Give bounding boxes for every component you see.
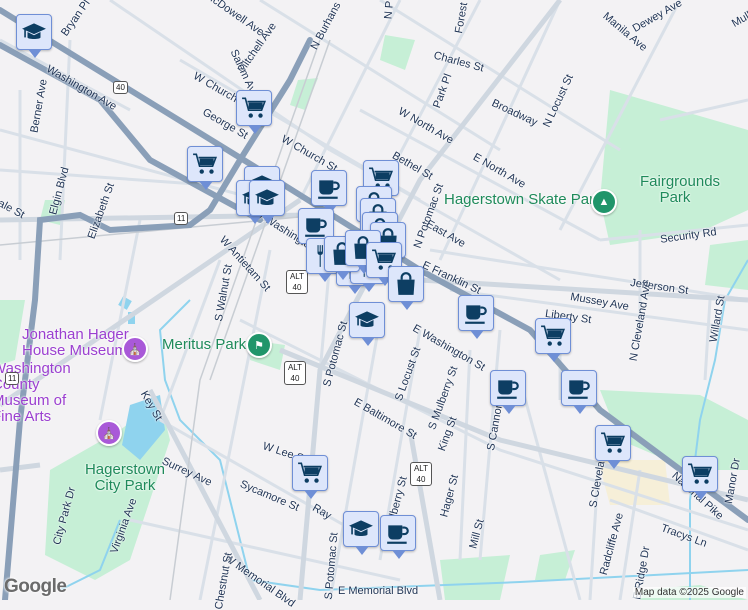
map-attribution[interactable]: Map data ©2025 Google — [632, 587, 746, 598]
street-label: E Memorial Blvd — [338, 585, 419, 597]
map-marker-cart[interactable] — [236, 90, 272, 134]
coffee-icon — [303, 213, 329, 239]
coffee-icon — [463, 300, 489, 326]
coffee-icon — [495, 375, 521, 401]
place-fairgrounds-park[interactable]: Fairgrounds Park — [640, 174, 720, 206]
cart-icon — [297, 460, 323, 486]
map-marker-coffee[interactable] — [561, 370, 597, 414]
stadium-icon[interactable]: ⚑ — [246, 332, 272, 358]
route-shield-us11: 11 — [174, 212, 189, 225]
place-name: Fairgrounds Park — [640, 173, 721, 206]
place-hagerstown-skate-park[interactable]: Hagerstown Skate Park — [444, 192, 602, 208]
map-marker-cart[interactable] — [535, 318, 571, 362]
museum-icon[interactable]: ⛪ — [96, 420, 122, 446]
school-icon — [21, 19, 47, 45]
place-name: Washington County Museum of Fine Arts — [0, 360, 71, 425]
museum-icon[interactable]: ⛪ — [122, 336, 148, 362]
map-marker-coffee[interactable] — [311, 170, 347, 214]
cart-icon — [241, 95, 267, 121]
cart-icon — [192, 151, 218, 177]
map-marker-cart[interactable] — [292, 455, 328, 499]
route-shield-us11: 11 — [5, 372, 20, 385]
tree-icon[interactable]: ▲ — [591, 189, 617, 215]
bag-icon — [393, 271, 419, 297]
cart-icon — [687, 461, 713, 487]
route-shield-alt40: ALT 40 — [410, 462, 432, 486]
map-marker-school[interactable] — [343, 511, 379, 555]
place-name: Meritus Park — [162, 336, 247, 353]
map-marker-school[interactable] — [16, 14, 52, 58]
route-shield-alt40: ALT 40 — [284, 361, 306, 385]
place-name: Hagerstown Skate Park — [444, 191, 602, 208]
map-marker-cart[interactable] — [595, 425, 631, 469]
map-marker-coffee[interactable] — [380, 515, 416, 559]
place-washington-county-museum[interactable]: Washington County Museum of Fine Arts — [0, 361, 92, 425]
route-shield-alt40: ALT 40 — [286, 270, 308, 294]
google-logo[interactable]: Google — [4, 576, 67, 598]
coffee-icon — [316, 175, 342, 201]
school-icon — [348, 516, 374, 542]
map-marker-school[interactable] — [349, 302, 385, 346]
map-marker-bag[interactable] — [388, 266, 424, 310]
coffee-icon — [566, 375, 592, 401]
map-marker-cart[interactable] — [682, 456, 718, 500]
route-shield-us40: 40 — [113, 81, 128, 94]
cart-icon — [600, 430, 626, 456]
map-marker-school[interactable] — [249, 180, 285, 224]
map-marker-coffee[interactable] — [458, 295, 494, 339]
map-marker-cart[interactable] — [187, 146, 223, 190]
coffee-icon — [385, 520, 411, 546]
place-meritus-park[interactable]: Meritus Park — [162, 337, 246, 353]
street-label: N P — [382, 0, 396, 20]
place-name: Hagerstown City Park — [84, 461, 166, 494]
school-icon — [354, 307, 380, 333]
place-hagerstown-city-park[interactable]: Hagerstown City Park — [80, 462, 170, 494]
map-marker-coffee[interactable] — [490, 370, 526, 414]
school-icon — [254, 185, 280, 211]
cart-icon — [540, 323, 566, 349]
